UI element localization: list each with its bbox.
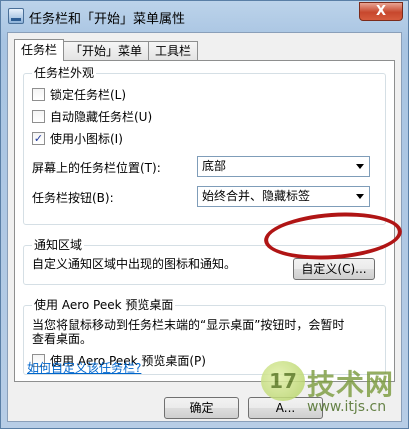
small-icons-checkbox[interactable]: ✓ <box>32 131 45 145</box>
aero-peek-title: 使用 Aero Peek 预览桌面 <box>32 298 176 312</box>
small-icons-label: 使用小图标(I) <box>50 131 123 146</box>
customize-button[interactable]: 自定义(C)... <box>293 258 375 280</box>
taskbar-buttons-label: 任务栏按钮(B): <box>32 191 114 205</box>
autohide-taskbar-checkbox[interactable] <box>32 109 45 123</box>
tab-strip: 任务栏 「开始」菜单 工具栏 <box>14 39 199 61</box>
properties-window: 任务栏和「开始」菜单属性 X 任务栏 「开始」菜单 工具栏 任务栏外观 锁定任务… <box>0 0 409 429</box>
window-title: 任务栏和「开始」菜单属性 <box>29 12 186 27</box>
taskbar-tab-page: 任务栏外观 锁定任务栏(L) 自动隐藏任务栏(U) ✓ 使用小图标(I) 屏幕上… <box>14 60 395 382</box>
small-icons-row[interactable]: ✓ 使用小图标(I) <box>32 130 123 146</box>
taskbar-appearance-group: 任务栏外观 锁定任务栏(L) 自动隐藏任务栏(U) ✓ 使用小图标(I) 屏幕上… <box>23 66 386 225</box>
aero-peek-description-line2: 查看桌面。 <box>32 332 93 346</box>
taskbar-properties-icon <box>8 8 24 24</box>
tab-toolbars[interactable]: 工具栏 <box>148 41 199 61</box>
notification-area-description: 自定义通知区域中出现的图标和通知。 <box>32 257 237 271</box>
title-bar[interactable]: 任务栏和「开始」菜单属性 X <box>1 1 408 31</box>
taskbar-location-label: 屏幕上的任务栏位置(T): <box>32 161 161 175</box>
notification-area-title: 通知区域 <box>32 238 85 252</box>
tab-start-menu[interactable]: 「开始」菜单 <box>63 41 150 61</box>
apply-button[interactable]: A... <box>248 397 323 419</box>
lock-taskbar-label: 锁定任务栏(L) <box>50 87 127 102</box>
taskbar-location-dropdown[interactable]: 底部 <box>197 156 370 177</box>
close-button[interactable]: X <box>359 2 403 21</box>
lock-taskbar-row[interactable]: 锁定任务栏(L) <box>32 86 126 102</box>
dropdown-arrow-icon <box>356 194 364 199</box>
taskbar-buttons-dropdown[interactable]: 始终合并、隐藏标签 <box>197 186 370 207</box>
ok-button[interactable]: 确定 <box>164 397 239 419</box>
autohide-taskbar-label: 自动隐藏任务栏(U) <box>50 109 153 124</box>
lock-taskbar-checkbox[interactable] <box>32 87 45 101</box>
taskbar-appearance-title: 任务栏外观 <box>32 66 97 80</box>
taskbar-location-value: 底部 <box>202 159 227 173</box>
dialog-client-area: 任务栏 「开始」菜单 工具栏 任务栏外观 锁定任务栏(L) 自动隐藏任务栏(U)… <box>7 32 402 422</box>
autohide-taskbar-row[interactable]: 自动隐藏任务栏(U) <box>32 108 152 124</box>
help-link[interactable]: 如何自定义该任务栏? <box>27 359 141 376</box>
dropdown-arrow-icon <box>356 164 364 169</box>
tab-taskbar[interactable]: 任务栏 <box>14 39 65 61</box>
taskbar-buttons-value: 始终合并、隐藏标签 <box>202 189 311 203</box>
